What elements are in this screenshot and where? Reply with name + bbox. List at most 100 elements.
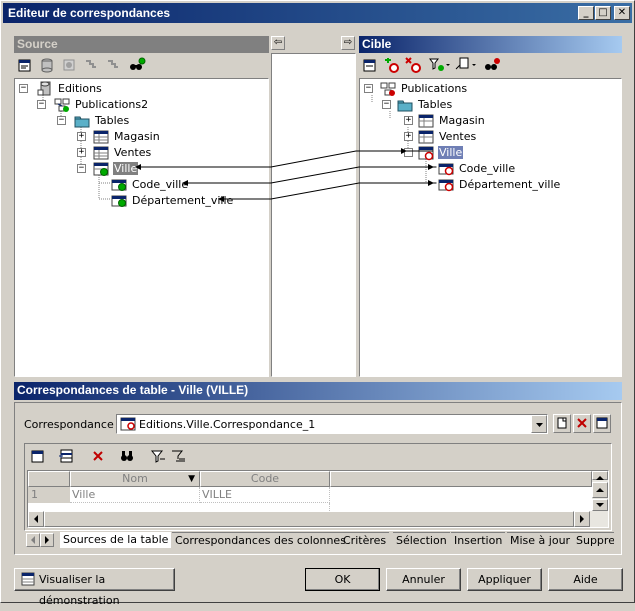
delete-mapping-button[interactable] — [573, 414, 591, 433]
horizontal-scrollbar[interactable] — [28, 511, 608, 527]
tree-label-departement-ville: Département_ville — [459, 178, 561, 191]
ok-button[interactable]: OK — [305, 568, 380, 591]
mapped-column-icon — [438, 161, 454, 176]
expand-toggle[interactable]: + — [77, 132, 86, 141]
add-rows-icon[interactable] — [57, 448, 75, 466]
mapping-properties-button[interactable] — [593, 414, 611, 433]
help-button[interactable]: Aide — [548, 568, 623, 591]
tree-node-tables[interactable]: − Tables — [57, 113, 177, 129]
tree-node-departement-ville[interactable]: Département_ville — [111, 193, 261, 209]
help-button-label: Aide — [573, 573, 598, 586]
collapse-toggle[interactable]: − — [364, 84, 373, 93]
properties-icon[interactable] — [16, 57, 34, 75]
tab-correspondances-des-colonnes[interactable]: Correspondances des colonnes — [172, 532, 349, 548]
table-icon — [418, 129, 434, 144]
tree-node-ventes[interactable]: + Ventes — [77, 145, 197, 161]
collapse-toggle[interactable]: − — [382, 100, 391, 109]
close-button[interactable]: ✕ — [614, 6, 630, 20]
tree-node-ventes[interactable]: + Ventes — [400, 129, 520, 145]
expand-toggle[interactable]: + — [404, 116, 413, 125]
collapse-toggle[interactable]: − — [37, 100, 46, 109]
filter-icon[interactable] — [149, 448, 167, 466]
tab-suppression[interactable]: Suppre — [573, 532, 614, 548]
target-toolbar — [359, 55, 622, 77]
mapping-label: Correspondance : — [24, 418, 121, 431]
tree-node-magasin[interactable]: + Magasin — [77, 129, 197, 145]
properties-icon[interactable] — [361, 57, 379, 75]
apply-button[interactable]: Appliquer — [467, 568, 542, 591]
tree-node-code-ville[interactable]: Code_ville — [438, 161, 588, 177]
cancel-button[interactable]: Annuler — [386, 568, 461, 591]
collapse-toggle[interactable]: − — [19, 84, 28, 93]
filter-mapping-icon[interactable] — [429, 57, 451, 75]
tree-node-publications2[interactable]: − Publications2 — [37, 97, 177, 113]
tab-selection[interactable]: Sélection — [393, 532, 450, 548]
tree-label-ville: Ville — [438, 146, 464, 159]
tree-node-publications[interactable]: − Publications — [364, 81, 514, 97]
collapse-toggle[interactable]: − — [57, 116, 66, 125]
collapse-toggle[interactable]: − — [77, 164, 86, 173]
tree-node-ville[interactable]: − Ville — [77, 161, 197, 177]
scroll-top-icon[interactable] — [592, 471, 608, 480]
tab-label: Sélection — [396, 534, 447, 547]
tab-sources-de-la-table[interactable]: Sources de la table — [60, 532, 172, 548]
map-right-arrow[interactable]: ⇨ — [341, 36, 355, 50]
filter-icon[interactable] — [60, 57, 78, 75]
tree-label-publications: Publications — [401, 82, 468, 95]
expand-all-icon[interactable] — [82, 57, 100, 75]
cell-code[interactable]: VILLE — [200, 487, 330, 503]
tree-label-magasin: Magasin — [439, 114, 485, 127]
tab-insertion[interactable]: Insertion — [451, 532, 506, 548]
tree-node-editions[interactable]: − Editions — [19, 81, 139, 97]
properties-icon[interactable] — [29, 448, 47, 466]
collapse-toggle[interactable]: − — [404, 148, 413, 157]
tree-node-tables[interactable]: − Tables — [382, 97, 502, 113]
column-header-nom[interactable]: Nom ▼ — [70, 471, 200, 487]
tree-label-tables: Tables — [95, 114, 130, 127]
tree-node-code-ville[interactable]: Code_ville — [111, 177, 261, 193]
add-mapping-icon[interactable] — [383, 57, 401, 75]
tab-scroll-right-icon[interactable] — [40, 533, 54, 547]
mapping-header-label: Correspondances de table - Ville (VILLE) — [17, 383, 249, 397]
delete-mapping-icon[interactable] — [405, 57, 423, 75]
tree-label-code-ville: Code_ville — [132, 178, 189, 191]
mapped-column-icon — [438, 177, 454, 192]
generate-icon[interactable] — [455, 57, 477, 75]
mapping-select[interactable]: Editions.Ville.Correspondance_1 — [116, 414, 548, 434]
table-row[interactable]: 1 Ville VILLE — [28, 487, 592, 503]
scroll-up-icon[interactable] — [592, 482, 608, 498]
map-left-arrow[interactable]: ⇦ — [271, 36, 285, 50]
minimize-button[interactable]: _ — [578, 6, 594, 20]
sort-icon[interactable] — [169, 448, 187, 466]
tree-node-departement-ville[interactable]: Département_ville — [438, 177, 608, 193]
tab-label: Insertion — [454, 534, 503, 547]
column-header-code[interactable]: Code — [200, 471, 330, 487]
find-icon[interactable] — [483, 57, 501, 75]
demo-button[interactable]: Visualiser la démonstration — [14, 568, 175, 607]
physical-model-icon — [54, 97, 70, 112]
middle-header: ⇦ ⇨ — [271, 36, 356, 51]
find-icon[interactable] — [119, 448, 137, 466]
sources-grid: Nom ▼ Code 1 Ville VILLE — [27, 470, 609, 528]
find-icon[interactable] — [128, 57, 146, 75]
cell-nom[interactable]: Ville — [70, 487, 200, 503]
tree-node-magasin[interactable]: + Magasin — [400, 113, 520, 129]
maximize-button[interactable]: □ — [595, 6, 611, 20]
scroll-right-icon[interactable] — [574, 511, 590, 527]
scroll-down-icon[interactable] — [592, 499, 608, 511]
delete-icon[interactable] — [89, 448, 107, 466]
vertical-scrollbar[interactable] — [592, 471, 608, 511]
tab-scroll-left-icon[interactable] — [26, 533, 40, 547]
tab-criteres[interactable]: Critères — [340, 532, 390, 548]
expand-toggle[interactable]: + — [77, 148, 86, 157]
database-icon[interactable] — [38, 57, 56, 75]
tab-mise-a-jour[interactable]: Mise à jour — [507, 532, 574, 548]
tree-node-ville[interactable]: − Ville — [400, 145, 520, 161]
dropdown-arrow-icon[interactable] — [531, 415, 547, 433]
collapse-all-icon[interactable] — [104, 57, 122, 75]
expand-toggle[interactable]: + — [404, 132, 413, 141]
mapping-value: Editions.Ville.Correspondance_1 — [139, 418, 316, 431]
scroll-thumb[interactable] — [44, 511, 574, 527]
new-mapping-button[interactable] — [553, 414, 571, 433]
scroll-left-icon[interactable] — [28, 511, 44, 527]
